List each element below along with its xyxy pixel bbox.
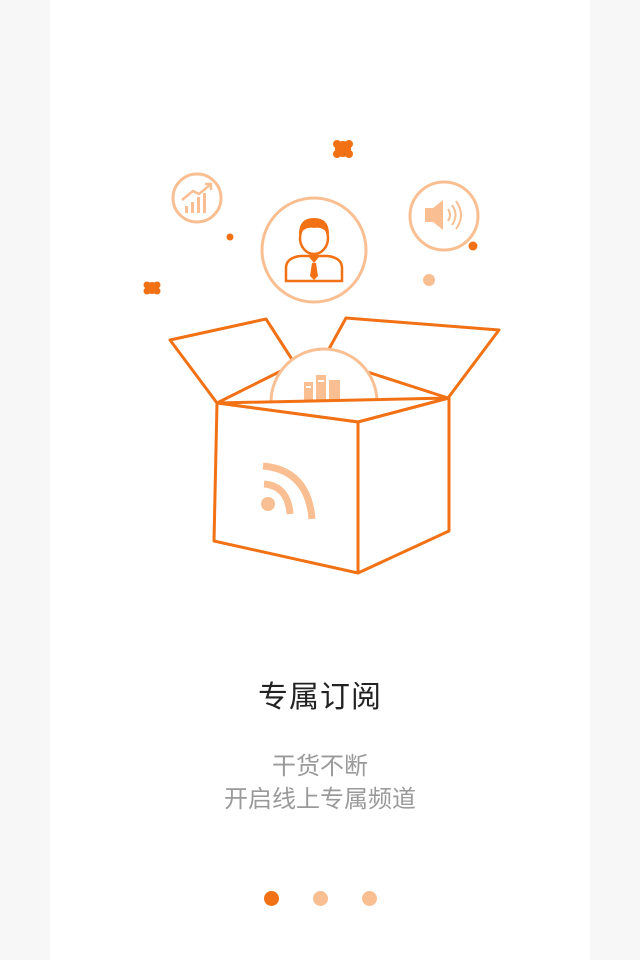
page-indicator-dot-3[interactable] [361, 891, 377, 906]
person-icon [260, 196, 368, 304]
subtitle-line-2: 开启线上专属频道 [224, 785, 416, 813]
page-indicator-dot-2[interactable] [312, 891, 328, 906]
page-indicator-dot-1[interactable] [263, 891, 279, 906]
speaker-icon [408, 180, 480, 252]
onboarding-page: 专属订阅 干货不断 开启线上专属频道 [50, 0, 590, 960]
page-title: 专属订阅 [258, 680, 382, 715]
subtitle-line-1: 干货不断 [272, 752, 368, 780]
page-indicator [50, 891, 590, 907]
subscription-illustration [143, 140, 501, 575]
open-box-icon [168, 316, 501, 575]
growth-chart-icon [171, 172, 223, 224]
